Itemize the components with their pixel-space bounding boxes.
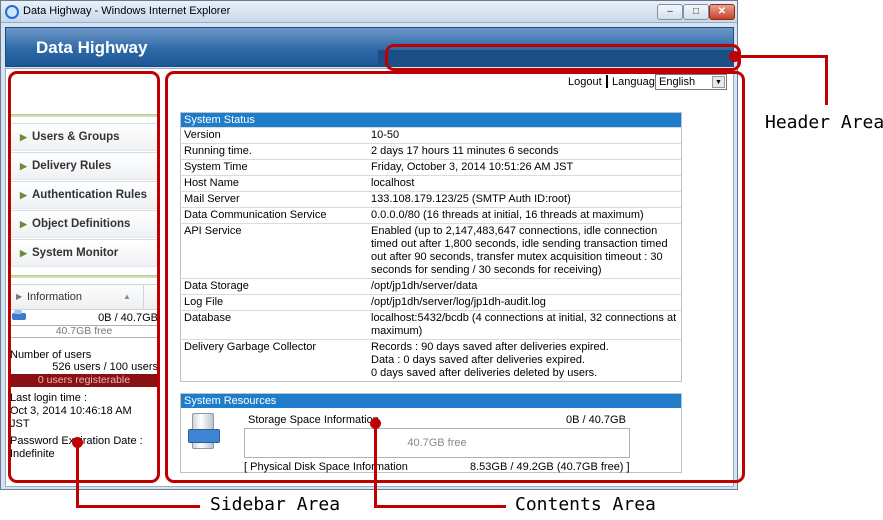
app-title: Data Highway xyxy=(36,38,148,57)
sidebar-area-leader xyxy=(76,441,79,507)
window-title: Data Highway - Windows Internet Explorer xyxy=(23,5,231,17)
header-area-leader xyxy=(741,55,827,58)
contents-area-outline xyxy=(165,71,745,483)
contents-area-leader xyxy=(374,422,377,507)
sidebar-area-outline xyxy=(8,71,160,483)
header-area-leader xyxy=(825,55,828,105)
contents-area-leader xyxy=(374,505,506,508)
title-bar: Data Highway - Windows Internet Explorer… xyxy=(1,1,737,23)
close-button[interactable]: ✕ xyxy=(709,4,735,20)
sidebar-area-leader xyxy=(76,505,200,508)
internet-explorer-icon xyxy=(5,5,19,19)
sidebar-area-label: Sidebar Area xyxy=(210,494,341,515)
header-area-outline xyxy=(385,44,741,71)
header-area-label: Header Area xyxy=(765,112,883,133)
header-area-marker xyxy=(729,51,740,62)
minimize-button[interactable]: – xyxy=(657,4,683,20)
contents-area-label: Contents Area xyxy=(515,494,656,515)
maximize-button[interactable]: □ xyxy=(683,4,709,20)
